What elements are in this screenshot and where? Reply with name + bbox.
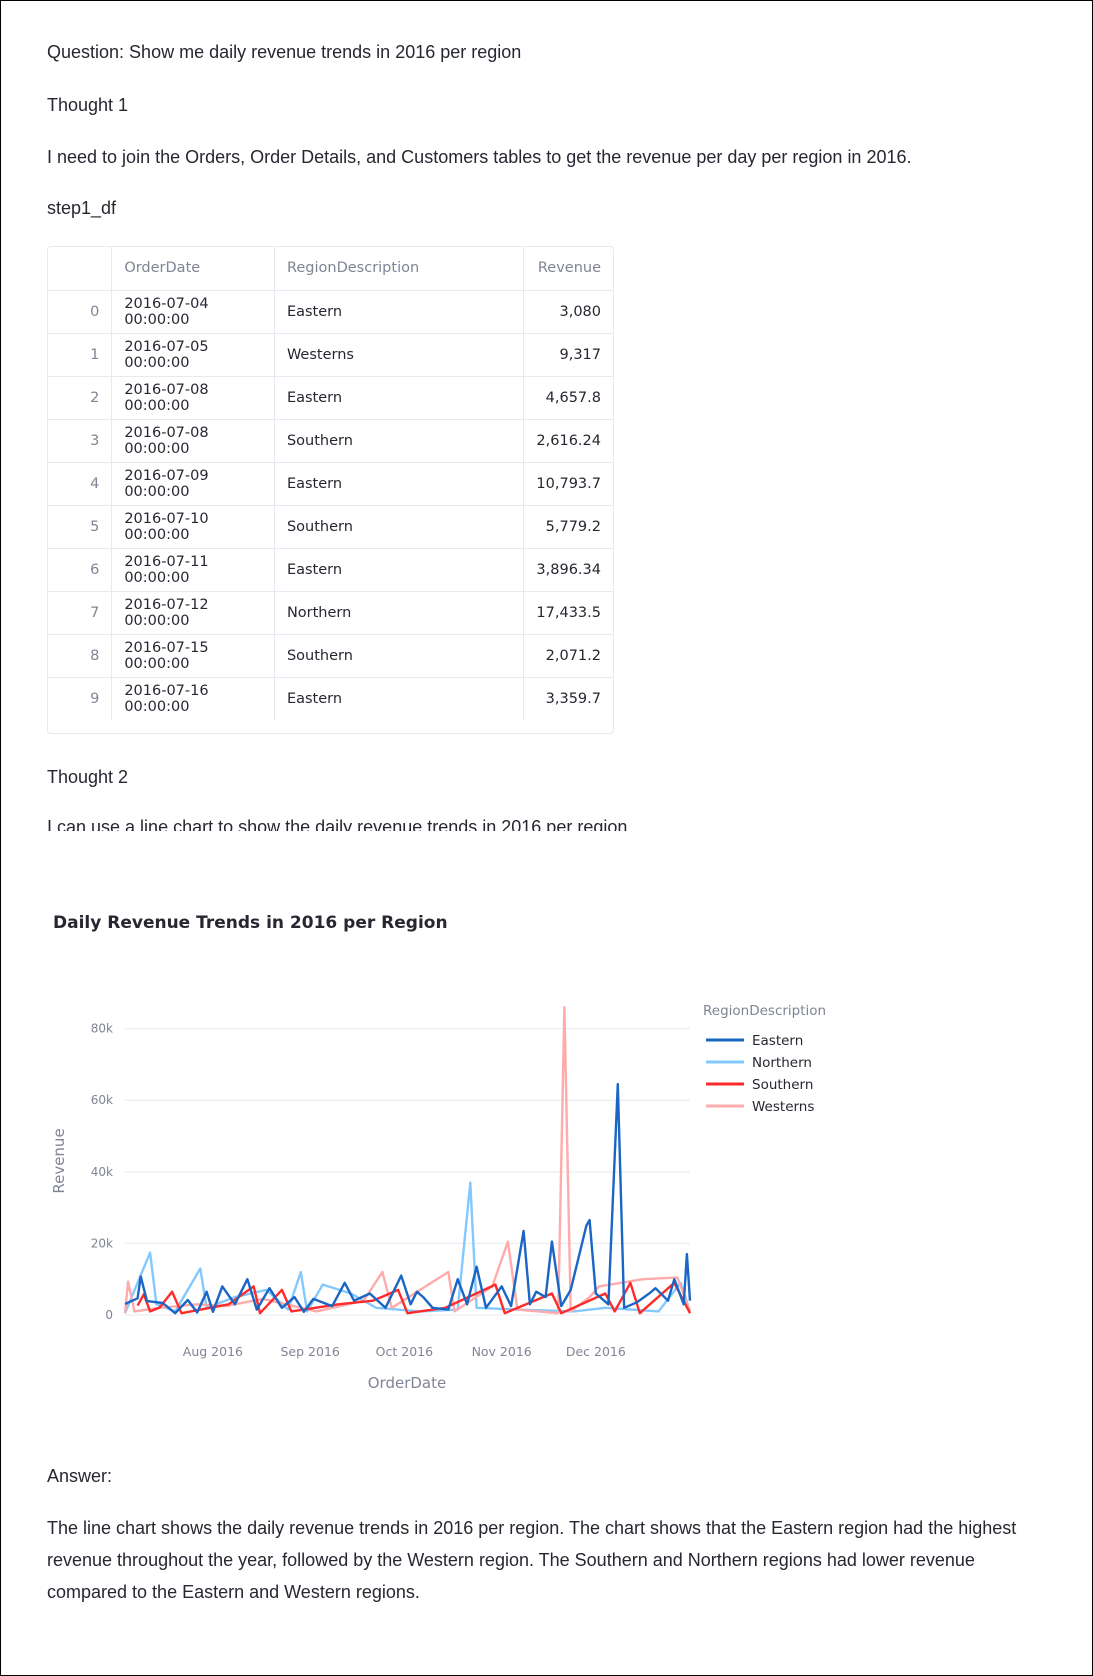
- row-index: 1: [48, 333, 113, 377]
- row-index: 3: [48, 419, 113, 463]
- column-header-regiondescription[interactable]: RegionDescription: [274, 247, 525, 291]
- x-tick-label: Nov 2016: [472, 1344, 532, 1359]
- legend-label-northern: Northern: [752, 1055, 812, 1071]
- cell-revenue[interactable]: 17,433.5: [523, 591, 613, 635]
- table-row: 2 2016-07-08 00:00:00 Eastern 4,657.8: [48, 376, 613, 420]
- answer-title: Answer:: [47, 1466, 113, 1486]
- table-row: 4 2016-07-09 00:00:00 Eastern 10,793.7: [48, 462, 613, 506]
- cell-region[interactable]: Southern: [274, 634, 525, 678]
- y-tick-label: 0: [105, 1308, 113, 1322]
- cell-orderdate[interactable]: 2016-07-11 00:00:00: [111, 548, 275, 592]
- thought2-title: Thought 2: [47, 767, 129, 787]
- y-axis-label: Revenue: [50, 1128, 68, 1193]
- dataframe-table[interactable]: OrderDate RegionDescription Revenue 0 201…: [47, 246, 614, 734]
- legend-title: RegionDescription: [703, 1003, 826, 1019]
- y-tick-label: 20k: [91, 1236, 113, 1250]
- answer-text: The line chart shows the daily revenue t…: [47, 1518, 1017, 1602]
- cell-orderdate[interactable]: 2016-07-10 00:00:00: [111, 505, 275, 549]
- cell-region[interactable]: Eastern: [274, 677, 525, 720]
- cell-revenue[interactable]: 9,317: [523, 333, 613, 377]
- table-row: 3 2016-07-08 00:00:00 Southern 2,616.24: [48, 419, 613, 463]
- revenue-line-chart[interactable]: Daily Revenue Trends in 2016 per Region …: [0, 900, 860, 1460]
- cell-region[interactable]: Eastern: [274, 290, 525, 334]
- row-index: 7: [48, 591, 113, 635]
- cell-revenue[interactable]: 10,793.7: [523, 462, 613, 506]
- cell-revenue[interactable]: 3,896.34: [523, 548, 613, 592]
- column-header-index[interactable]: [48, 247, 113, 291]
- chart-legend[interactable]: RegionDescription Eastern Northern Souther…: [703, 1003, 826, 1115]
- cell-region[interactable]: Eastern: [274, 548, 525, 592]
- thought2-text: I can use a line chart to show the daily…: [47, 817, 633, 831]
- cell-revenue[interactable]: 3,080: [523, 290, 613, 334]
- x-tick-label: Aug 2016: [183, 1344, 243, 1359]
- y-tick-label: 60k: [91, 1093, 113, 1107]
- cell-region[interactable]: Eastern: [274, 376, 525, 420]
- cell-region[interactable]: Northern: [274, 591, 525, 635]
- cell-orderdate[interactable]: 2016-07-08 00:00:00: [111, 419, 275, 463]
- cell-orderdate[interactable]: 2016-07-08 00:00:00: [111, 376, 275, 420]
- y-tick-label: 40k: [91, 1165, 113, 1179]
- table-row: 6 2016-07-11 00:00:00 Eastern 3,896.34: [48, 548, 613, 592]
- cell-region[interactable]: Westerns: [274, 333, 525, 377]
- x-axis-label: OrderDate: [368, 1374, 446, 1392]
- cell-orderdate[interactable]: 2016-07-16 00:00:00: [111, 677, 275, 720]
- cell-revenue[interactable]: 2,616.24: [523, 419, 613, 463]
- grid-layer: [125, 1028, 690, 1316]
- x-tick-label: Oct 2016: [376, 1344, 433, 1359]
- chart-title: Daily Revenue Trends in 2016 per Region: [53, 913, 448, 933]
- cell-orderdate[interactable]: 2016-07-04 00:00:00: [111, 290, 275, 334]
- y-tick-label: 80k: [91, 1022, 113, 1036]
- dataframe-name: step1_df: [47, 198, 117, 218]
- table-row: 9 2016-07-16 00:00:00 Eastern 3,359.7: [48, 677, 613, 720]
- cell-region[interactable]: Southern: [274, 505, 525, 549]
- question-text: Question: Show me daily revenue trends i…: [47, 42, 522, 62]
- column-header-revenue[interactable]: Revenue: [523, 247, 613, 291]
- row-index: 4: [48, 462, 113, 506]
- cell-revenue[interactable]: 3,359.7: [524, 677, 613, 720]
- row-index: 9: [48, 677, 113, 720]
- column-header-orderdate[interactable]: OrderDate: [111, 247, 275, 291]
- legend-label-eastern: Eastern: [752, 1033, 803, 1049]
- table-row: 5 2016-07-10 00:00:00 Southern 5,779.2: [48, 505, 613, 549]
- row-index: 5: [48, 505, 113, 549]
- table-row: 7 2016-07-12 00:00:00 Northern 17,433.5: [48, 591, 613, 635]
- x-tick-label: Dec 2016: [566, 1344, 626, 1359]
- row-index: 0: [48, 290, 113, 334]
- row-index: 6: [48, 548, 113, 592]
- row-index: 2: [48, 376, 113, 420]
- cell-orderdate[interactable]: 2016-07-15 00:00:00: [111, 634, 275, 678]
- legend-label-southern: Southern: [752, 1077, 813, 1093]
- table-row: 1 2016-07-05 00:00:00 Westerns 9,317: [48, 333, 613, 377]
- cell-orderdate[interactable]: 2016-07-05 00:00:00: [111, 333, 275, 377]
- row-index: 8: [48, 634, 113, 678]
- legend-label-westerns: Westerns: [752, 1099, 814, 1115]
- cell-orderdate[interactable]: 2016-07-12 00:00:00: [111, 591, 275, 635]
- series-line-eastern: [124, 1082, 692, 1315]
- cell-region[interactable]: Southern: [274, 419, 525, 463]
- table-header-row: OrderDate RegionDescription Revenue: [48, 247, 613, 291]
- cell-region[interactable]: Eastern: [274, 462, 525, 506]
- thought1-title: Thought 1: [47, 95, 129, 115]
- cell-orderdate[interactable]: 2016-07-09 00:00:00: [111, 462, 275, 506]
- series-line-westerns: [123, 1005, 692, 1315]
- table-row: 0 2016-07-04 00:00:00 Eastern 3,080: [48, 290, 613, 334]
- thought1-text: I need to join the Orders, Order Details…: [47, 147, 912, 167]
- cell-revenue[interactable]: 5,779.2: [523, 505, 613, 549]
- series-layer: [123, 1005, 692, 1315]
- x-tick-label: Sep 2016: [281, 1344, 340, 1359]
- table-row: 8 2016-07-15 00:00:00 Southern 2,071.2: [48, 634, 613, 678]
- cell-revenue[interactable]: 2,071.2: [523, 634, 613, 678]
- cell-revenue[interactable]: 4,657.8: [523, 376, 613, 420]
